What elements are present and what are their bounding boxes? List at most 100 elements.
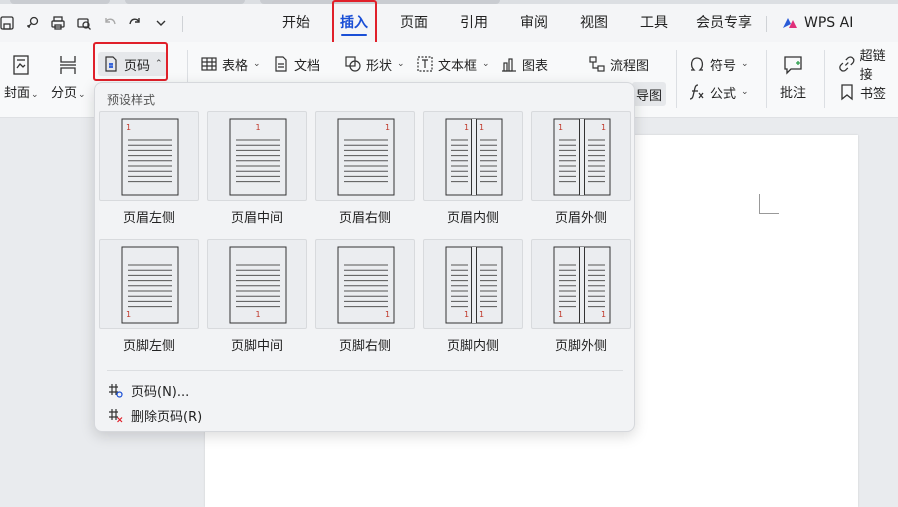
mindmap-button[interactable]: 导图: [632, 82, 667, 106]
chevron-down-icon: ⌄: [253, 59, 261, 69]
page-preview-icon: 1: [121, 118, 179, 196]
dropdown-divider: [107, 370, 623, 371]
footer-left-style[interactable]: 1: [99, 239, 199, 329]
delete-page-number-label: 删除页码(R): [131, 409, 203, 425]
bookmark-button[interactable]: 书签: [838, 80, 886, 104]
document-button[interactable]: 文档: [272, 52, 320, 76]
table-button[interactable]: 表格 ⌄: [200, 52, 261, 76]
page-number-settings-item[interactable]: 页码(N)...: [107, 379, 189, 401]
header-inner-style[interactable]: 11: [423, 111, 523, 201]
redo-icon[interactable]: [124, 12, 146, 34]
mindmap-label: 导图: [636, 88, 663, 104]
tab-label: 开始: [282, 15, 310, 31]
margin-corner-mark: [759, 194, 779, 214]
chevron-down-icon: ⌄: [397, 59, 405, 69]
wps-ai-button[interactable]: WPS AI: [782, 4, 853, 42]
svg-text:1: 1: [558, 123, 563, 132]
save-icon[interactable]: [0, 12, 18, 34]
shape-button[interactable]: 形状 ⌄: [344, 52, 405, 76]
table-icon: [201, 57, 217, 71]
delete-page-number-item[interactable]: 删除页码(R): [107, 404, 202, 426]
chevron-up-icon: ⌃: [155, 59, 163, 69]
print-icon[interactable]: [47, 12, 69, 34]
formula-button[interactable]: 公式 ⌄: [688, 80, 749, 104]
chevron-down-icon: ⌄: [741, 87, 749, 97]
document-label: 文档: [294, 58, 321, 74]
footer-inner-style[interactable]: 11: [423, 239, 523, 329]
wps-ai-label: WPS AI: [804, 15, 854, 31]
wps-ai-logo-icon: [783, 18, 797, 28]
bookmark-icon: [841, 84, 853, 101]
style-label: 页脚内侧: [446, 339, 499, 354]
page-number-icon: [105, 56, 117, 72]
chevron-down-icon[interactable]: [150, 12, 172, 34]
hyperlink-button[interactable]: 超链接: [838, 49, 898, 83]
svg-text:1: 1: [256, 123, 261, 132]
hyperlink-quick-icon[interactable]: [22, 12, 44, 34]
tab-page[interactable]: 页面: [396, 4, 432, 42]
bookmark-label: 书签: [860, 86, 887, 102]
style-label: 页眉中间: [230, 211, 283, 226]
footer-center-style[interactable]: 1: [207, 239, 307, 329]
hyperlink-label: 超链接: [859, 49, 886, 83]
chevron-down-icon: ⌄: [741, 59, 749, 69]
page-preview-icon: 11: [553, 246, 611, 324]
preset-styles-title: 预设样式: [107, 93, 156, 107]
svg-text:1: 1: [479, 123, 484, 132]
page-break-button[interactable]: 分页⌄: [51, 54, 86, 101]
table-label: 表格: [222, 58, 249, 74]
document-icon: [275, 56, 287, 72]
tab-start[interactable]: 开始: [278, 4, 314, 42]
svg-text:1: 1: [479, 310, 484, 319]
chevron-down-icon: ⌄: [78, 90, 86, 100]
header-right-style[interactable]: 1: [315, 111, 415, 201]
style-label: 页脚外侧: [554, 339, 607, 354]
tab-label: 插入: [340, 15, 368, 31]
textbox-button[interactable]: 文本框 ⌄: [416, 52, 490, 76]
tab-view[interactable]: 视图: [576, 4, 612, 42]
style-label: 页脚中间: [230, 339, 283, 354]
style-label: 页眉外侧: [554, 211, 607, 226]
comment-button[interactable]: 批注: [780, 54, 806, 101]
formula-label: 公式: [710, 86, 737, 102]
page-preview-icon: 11: [445, 246, 503, 324]
tab-reference[interactable]: 引用: [456, 4, 492, 42]
flowchart-button[interactable]: 流程图: [588, 52, 649, 76]
delete-page-number-icon: [109, 409, 123, 423]
cover-icon: [13, 55, 29, 75]
chevron-down-icon: ⌄: [482, 59, 490, 69]
tab-member[interactable]: 会员专享: [694, 4, 754, 42]
link-icon: [839, 56, 855, 72]
print-preview-icon[interactable]: [73, 12, 95, 34]
flowchart-icon: [589, 56, 605, 72]
toolbar-separator: [182, 16, 183, 32]
chart-icon: [502, 58, 516, 72]
footer-right-style[interactable]: 1: [315, 239, 415, 329]
page-preview-icon: 1: [121, 246, 179, 324]
chart-button[interactable]: 图表: [500, 52, 548, 76]
svg-text:1: 1: [464, 123, 469, 132]
cover-button[interactable]: 封面⌄: [4, 54, 39, 101]
page-preview-icon: 1: [337, 246, 395, 324]
header-center-style[interactable]: 1: [207, 111, 307, 201]
shape-icon: [345, 56, 361, 72]
header-left-style[interactable]: 1: [99, 111, 199, 201]
formula-icon: [689, 84, 704, 100]
undo-icon[interactable]: [99, 12, 121, 34]
style-label: 页眉左侧: [122, 211, 175, 226]
ribbon-separator: [824, 50, 825, 108]
page-preview-icon: 11: [553, 118, 611, 196]
footer-outer-style[interactable]: 11: [531, 239, 631, 329]
tab-insert[interactable]: 插入: [336, 4, 372, 42]
page-preview-icon: 11: [445, 118, 503, 196]
tab-tools[interactable]: 工具: [636, 4, 672, 42]
textbox-icon: [417, 56, 433, 72]
tab-review[interactable]: 审阅: [516, 4, 552, 42]
page-number-button[interactable]: 页码 ⌃: [98, 52, 167, 76]
page-number-settings-icon: [109, 384, 123, 398]
header-outer-style[interactable]: 11: [531, 111, 631, 201]
tab-label: 工具: [640, 15, 668, 31]
symbol-button[interactable]: 符号 ⌄: [688, 52, 749, 76]
shape-label: 形状: [366, 58, 393, 74]
svg-text:1: 1: [126, 310, 131, 319]
